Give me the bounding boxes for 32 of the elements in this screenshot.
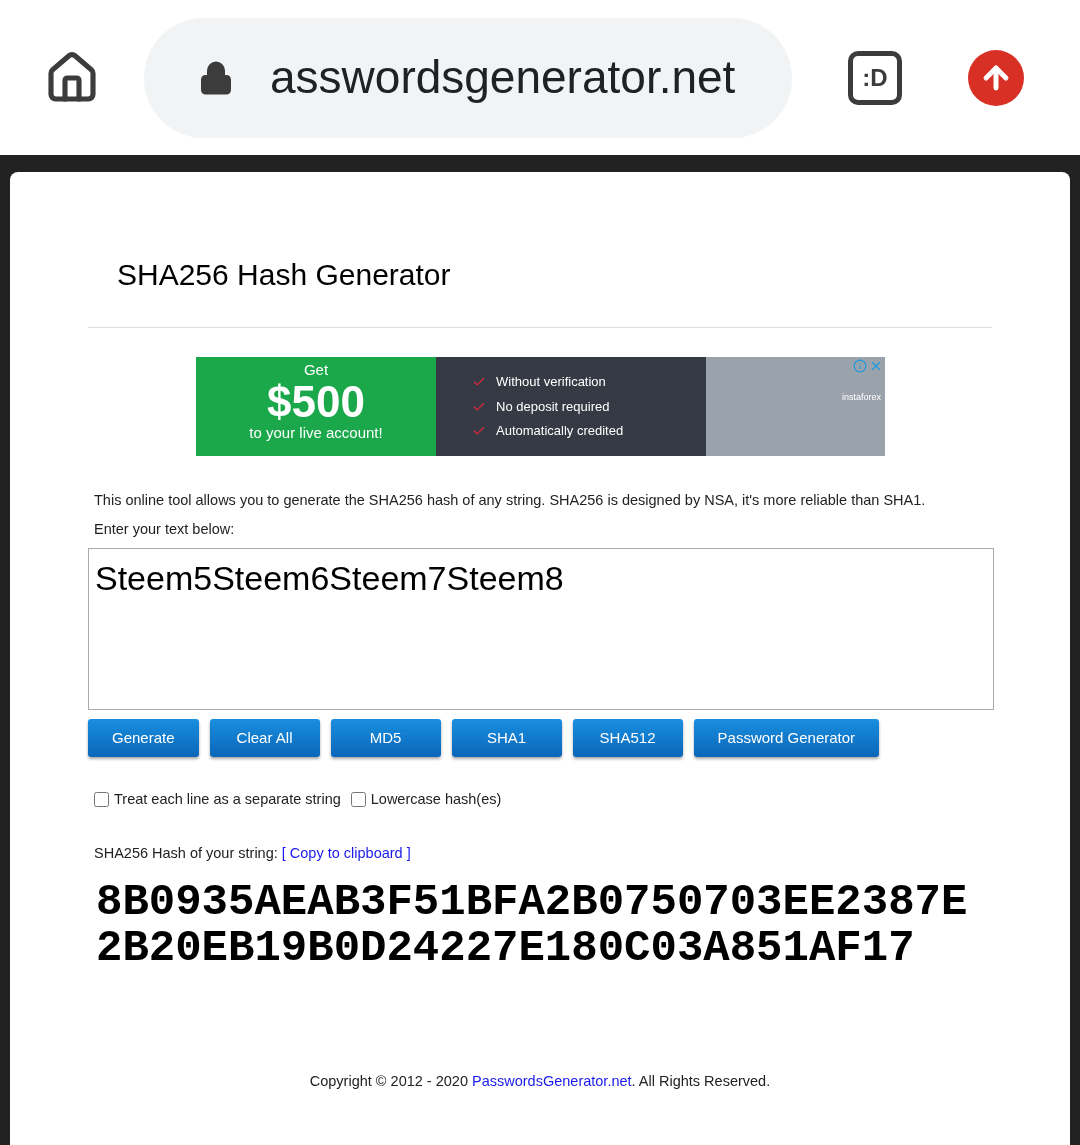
check-icon <box>472 375 486 389</box>
description-text: This online tool allows you to generate the SHA256 hash of any string. SHA256 is designed by NSA, it's more reliable than SHA1. <box>93 491 927 510</box>
option-label: Lowercase hash(es) <box>370 790 502 809</box>
text-input-field[interactable]: Steem5Steem6Steem7Steem8 <box>88 548 994 710</box>
result-label: SHA256 Hash of your string: <box>94 843 278 863</box>
ad-feature-text: No deposit required <box>496 397 610 416</box>
ad-feature-text: Automatically credited <box>496 422 624 441</box>
option-checkbox[interactable] <box>94 792 109 808</box>
url-text: asswordsgenerator.net <box>270 50 736 105</box>
option-label: Treat each line as a separate string <box>114 790 341 809</box>
action-button[interactable]: SHA1 <box>451 719 562 757</box>
ad-amount-text: $500 <box>267 379 365 424</box>
page-title: SHA256 Hash Generator <box>116 257 452 293</box>
ad-subline-text: to your live account! <box>249 423 383 443</box>
action-button[interactable]: Clear All <box>209 719 320 757</box>
lock-icon <box>198 59 234 96</box>
action-button[interactable]: MD5 <box>330 719 441 757</box>
footer-text: Copyright © 2012 - 2020 PasswordsGenerator.net. All Rights Reserved. <box>308 1071 772 1091</box>
ad-brand-text: instaforex <box>841 391 881 404</box>
ad-get-text: Get <box>303 361 329 380</box>
input-label: Enter your text below: <box>93 520 236 539</box>
option-checkbox[interactable] <box>350 792 366 808</box>
address-bar[interactable]: asswordsgenerator.net <box>144 17 792 138</box>
action-button[interactable]: Generate <box>88 719 199 757</box>
tab-count-button[interactable]: :D <box>848 50 902 105</box>
footer-link[interactable]: PasswordsGenerator.net <box>472 1072 632 1089</box>
ad-feature-text: Without verification <box>496 373 606 392</box>
action-button[interactable]: Password Generator <box>693 719 880 757</box>
action-button[interactable]: SHA512 <box>572 719 683 757</box>
check-icon <box>472 424 486 438</box>
copy-link[interactable]: [ Copy to clipboard ] <box>281 842 411 865</box>
hash-output: 8B0935AEAB3F51BFA2B0750703EE2387E2B20EB19B0D24227E180C03A851AF17 <box>95 878 968 971</box>
